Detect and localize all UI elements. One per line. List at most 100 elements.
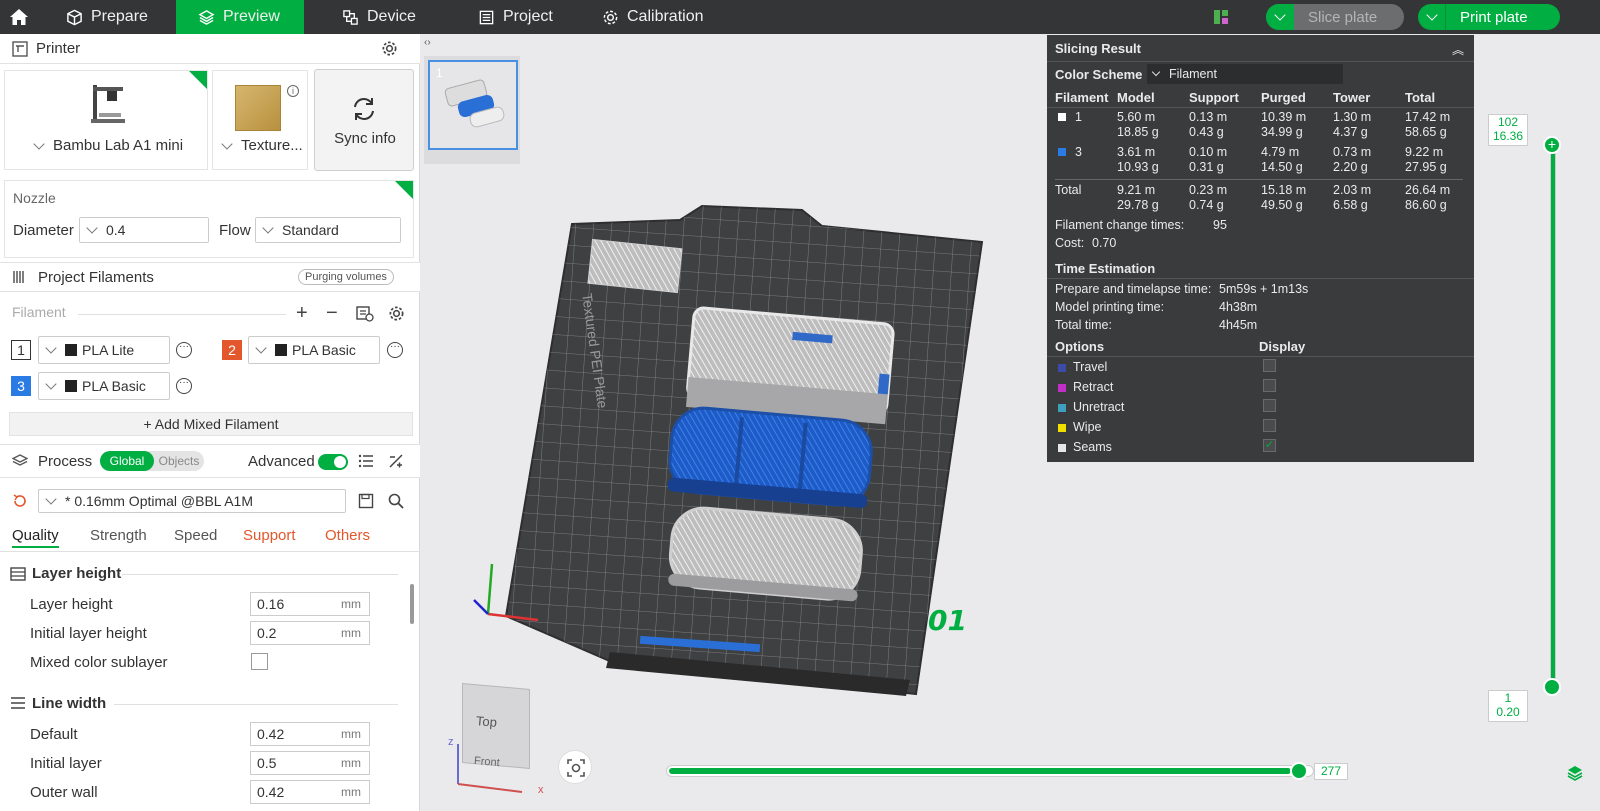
filament-more-icon[interactable]: ···: [176, 378, 192, 394]
print-plate-label: Print plate: [1460, 8, 1528, 26]
tab-calibration[interactable]: Calibration: [602, 0, 722, 34]
print-plate-button[interactable]: Print plate: [1418, 4, 1560, 30]
setting-unit: mm: [341, 597, 361, 611]
tab-preview[interactable]: Preview: [176, 0, 304, 34]
settings-scrollbar[interactable]: [410, 584, 414, 624]
cell: 26.64 m: [1405, 183, 1451, 197]
slice-plate-button[interactable]: Slice plate: [1266, 4, 1404, 30]
cell: 17.42 m: [1405, 110, 1451, 124]
layers-icon: [198, 9, 215, 25]
slice-dropdown-chevron-icon[interactable]: [1266, 4, 1294, 30]
plate-info-icon[interactable]: i: [287, 85, 299, 97]
unretract-display-checkbox[interactable]: [1263, 399, 1276, 412]
tab-support[interactable]: Support: [243, 527, 296, 544]
layout-icon[interactable]: [1213, 9, 1229, 25]
group-title: Layer height: [32, 565, 122, 582]
divider: [1047, 278, 1474, 279]
layer-slider-top-badge: 102 16.36: [1488, 114, 1528, 146]
tab-prepare[interactable]: Prepare: [66, 0, 178, 34]
tab-device[interactable]: Device: [342, 0, 452, 34]
filament-more-icon[interactable]: ···: [176, 342, 192, 358]
reset-icon[interactable]: [12, 493, 28, 509]
global-tab[interactable]: Global: [100, 451, 154, 471]
list-icon[interactable]: [358, 453, 374, 469]
tab-speed[interactable]: Speed: [174, 527, 217, 544]
flow-label: Flow: [219, 222, 251, 239]
plate-thumbnail[interactable]: 1: [428, 60, 518, 150]
filament-select-2[interactable]: PLA Basic: [248, 336, 380, 364]
view-cube[interactable]: Top Front x z: [448, 683, 544, 796]
filament-select-1[interactable]: PLA Lite: [38, 336, 170, 364]
initial-layer-line-width-input[interactable]: 0.5 mm: [250, 751, 370, 775]
outer-wall-line-width-input[interactable]: 0.42 mm: [250, 780, 370, 804]
objects-tab[interactable]: Objects: [156, 451, 202, 471]
cell: 1.30 m: [1333, 110, 1372, 124]
plate-label: Texture...: [241, 137, 303, 154]
diameter-select[interactable]: 0.4: [79, 217, 209, 243]
tab-project[interactable]: Project: [478, 0, 588, 34]
wipe-display-checkbox[interactable]: [1263, 419, 1276, 432]
layers-toggle-icon[interactable]: [1566, 764, 1584, 782]
plate-select[interactable]: Texture...: [221, 137, 303, 154]
plate-name-label: 01: [928, 604, 967, 637]
mixed-color-sublayer-checkbox[interactable]: [251, 653, 268, 670]
plate-card[interactable]: i Texture...: [212, 70, 308, 170]
initial-layer-height-input[interactable]: 0.2 mm: [250, 621, 370, 645]
layer-slider-top-handle[interactable]: +: [1543, 136, 1561, 154]
divider: [1047, 61, 1474, 62]
filament-more-icon[interactable]: ···: [387, 342, 403, 358]
sync-info-button[interactable]: Sync info: [314, 69, 414, 171]
purging-volumes-button[interactable]: Purging volumes: [298, 269, 394, 285]
filament-sync-icon[interactable]: [356, 305, 374, 322]
filament-color-swatch: [1058, 148, 1066, 156]
filament-select-3[interactable]: PLA Basic: [38, 372, 170, 400]
tab-others[interactable]: Others: [325, 527, 370, 544]
collapse-sidebar-icon[interactable]: ‹›: [424, 37, 431, 48]
filament-number-badge[interactable]: 3: [11, 376, 31, 396]
compare-icon[interactable]: [388, 453, 404, 469]
filament-number-badge[interactable]: 2: [222, 340, 242, 360]
layer-slider-bottom-handle[interactable]: [1543, 678, 1561, 696]
filament-settings-gear-icon[interactable]: [388, 305, 405, 322]
process-preset-select[interactable]: * 0.16mm Optimal @BBL A1M: [38, 489, 346, 513]
column-header: Model: [1117, 90, 1155, 105]
printer-card[interactable]: Bambu Lab A1 mini: [4, 70, 208, 170]
printer-model-select[interactable]: Bambu Lab A1 mini: [33, 137, 183, 154]
layer-slider-track[interactable]: [1550, 146, 1556, 686]
axis-x-label: x: [538, 784, 544, 796]
fit-view-button[interactable]: [558, 750, 592, 784]
scope-toggle[interactable]: Global Objects: [100, 451, 204, 471]
travel-display-checkbox[interactable]: [1263, 359, 1276, 372]
advanced-toggle[interactable]: [318, 454, 348, 470]
move-slider-handle[interactable]: [1290, 762, 1308, 780]
search-icon[interactable]: [388, 493, 404, 509]
slicing-result-panel: Slicing Result ︽ Color Scheme Filament F…: [1047, 35, 1474, 462]
setting-value: 0.5: [257, 755, 277, 771]
flow-select[interactable]: Standard: [255, 217, 401, 243]
divider: [78, 314, 286, 315]
filament-number-badge[interactable]: 1: [11, 340, 31, 360]
display-label: Display: [1259, 339, 1306, 354]
printer-settings-gear-icon[interactable]: [381, 40, 398, 57]
add-mixed-filament-button[interactable]: + Add Mixed Filament: [9, 412, 413, 436]
color-scheme-value: Filament: [1169, 67, 1217, 81]
save-icon[interactable]: [358, 493, 374, 509]
collapse-panel-icon[interactable]: ︽: [1452, 41, 1464, 58]
move-slider-track[interactable]: [666, 765, 1314, 777]
default-line-width-input[interactable]: 0.42 mm: [250, 722, 370, 746]
layer-height-input[interactable]: 0.16 mm: [250, 592, 370, 616]
remove-filament-icon[interactable]: −: [326, 302, 338, 325]
column-header: Tower: [1333, 90, 1371, 105]
seams-display-checkbox[interactable]: ✓: [1263, 439, 1276, 452]
add-filament-icon[interactable]: +: [296, 302, 308, 325]
tab-strength[interactable]: Strength: [90, 527, 147, 544]
tab-quality[interactable]: Quality: [12, 527, 59, 548]
home-icon[interactable]: [8, 6, 30, 28]
setting-unit: mm: [341, 727, 361, 741]
move-slider-value: 277: [1314, 763, 1348, 780]
color-scheme-select[interactable]: Filament: [1147, 64, 1343, 84]
print-dropdown-chevron-icon[interactable]: [1418, 4, 1446, 30]
cell: 14.50 g: [1261, 160, 1303, 174]
retract-color-swatch: [1058, 384, 1066, 392]
retract-display-checkbox[interactable]: [1263, 379, 1276, 392]
